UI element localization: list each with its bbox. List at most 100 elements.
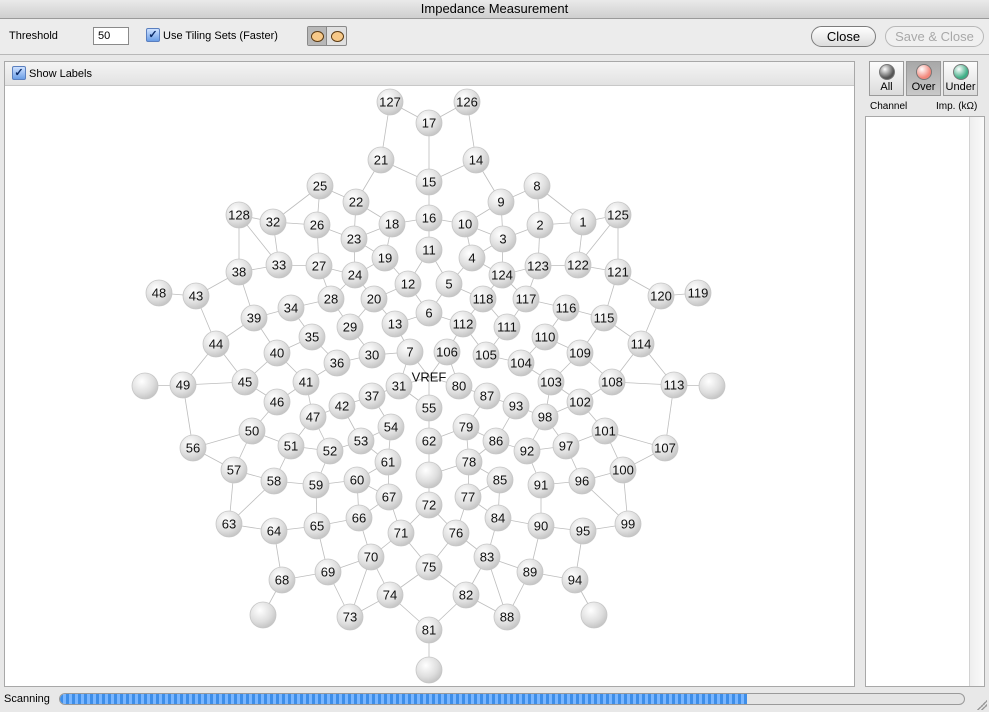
electrode-39[interactable]: 39: [240, 304, 268, 332]
electrode-117[interactable]: 117: [512, 285, 540, 313]
electrode-77[interactable]: 77: [454, 483, 482, 511]
electrode-51[interactable]: 51: [277, 432, 305, 460]
electrode-98[interactable]: 98: [531, 403, 559, 431]
electrode-89[interactable]: 89: [516, 558, 544, 586]
electrode-59[interactable]: 59: [302, 471, 330, 499]
electrode-90[interactable]: 90: [527, 512, 555, 540]
electrode-13[interactable]: 13: [381, 310, 409, 338]
electrode-unlabeled[interactable]: [698, 372, 726, 400]
electrode-21[interactable]: 21: [367, 146, 395, 174]
electrode-100[interactable]: 100: [609, 456, 637, 484]
electrode-92[interactable]: 92: [513, 437, 541, 465]
electrode-74[interactable]: 74: [376, 581, 404, 609]
electrode-120[interactable]: 120: [647, 282, 675, 310]
electrode-76[interactable]: 76: [442, 519, 470, 547]
electrode-108[interactable]: 108: [598, 368, 626, 396]
channel-impedance-list[interactable]: [865, 116, 985, 687]
electrode-32[interactable]: 32: [259, 208, 287, 236]
electrode-47[interactable]: 47: [299, 403, 327, 431]
filter-under-button[interactable]: Under: [943, 61, 978, 96]
electrode-78[interactable]: 78: [455, 448, 483, 476]
electrode-68[interactable]: 68: [268, 566, 296, 594]
electrode-83[interactable]: 83: [473, 543, 501, 571]
electrode-7[interactable]: 7: [396, 338, 424, 366]
electrode-63[interactable]: 63: [215, 510, 243, 538]
ring-view-left-button[interactable]: [308, 27, 327, 45]
electrode-75[interactable]: 75: [415, 553, 443, 581]
electrode-22[interactable]: 22: [342, 188, 370, 216]
electrode-20[interactable]: 20: [360, 285, 388, 313]
electrode-66[interactable]: 66: [345, 504, 373, 532]
electrode-73[interactable]: 73: [336, 603, 364, 631]
electrode-unlabeled[interactable]: [580, 601, 608, 629]
electrode-101[interactable]: 101: [591, 417, 619, 445]
electrode-33[interactable]: 33: [265, 251, 293, 279]
use-tiling-checkbox[interactable]: ✓: [146, 28, 160, 42]
electrode-35[interactable]: 35: [298, 323, 326, 351]
electrode-24[interactable]: 24: [341, 261, 369, 289]
electrode-79[interactable]: 79: [452, 413, 480, 441]
electrode-53[interactable]: 53: [347, 427, 375, 455]
electrode-28[interactable]: 28: [317, 285, 345, 313]
electrode-61[interactable]: 61: [374, 448, 402, 476]
filter-over-button[interactable]: Over: [906, 61, 941, 96]
electrode-52[interactable]: 52: [316, 437, 344, 465]
electrode-128[interactable]: 128: [225, 201, 253, 229]
electrode-72[interactable]: 72: [415, 491, 443, 519]
electrode-17[interactable]: 17: [415, 109, 443, 137]
electrode-115[interactable]: 115: [590, 304, 618, 332]
electrode-80[interactable]: 80: [445, 372, 473, 400]
electrode-50[interactable]: 50: [238, 417, 266, 445]
electrode-87[interactable]: 87: [473, 382, 501, 410]
electrode-27[interactable]: 27: [305, 252, 333, 280]
electrode-29[interactable]: 29: [336, 313, 364, 341]
electrode-14[interactable]: 14: [462, 146, 490, 174]
electrode-25[interactable]: 25: [306, 172, 334, 200]
ring-view-right-button[interactable]: [328, 27, 347, 45]
electrode-44[interactable]: 44: [202, 330, 230, 358]
electrode-18[interactable]: 18: [378, 210, 406, 238]
list-scrollbar[interactable]: [969, 117, 984, 686]
electrode-19[interactable]: 19: [371, 244, 399, 272]
electrode-125[interactable]: 125: [604, 201, 632, 229]
electrode-1[interactable]: 1: [569, 208, 597, 236]
electrode-4[interactable]: 4: [458, 244, 486, 272]
electrode-54[interactable]: 54: [377, 413, 405, 441]
electrode-114[interactable]: 114: [627, 330, 655, 358]
electrode-99[interactable]: 99: [614, 510, 642, 538]
electrode-113[interactable]: 113: [660, 371, 688, 399]
electrode-119[interactable]: 119: [684, 279, 712, 307]
electrode-34[interactable]: 34: [277, 294, 305, 322]
close-button[interactable]: Close: [811, 26, 876, 47]
electrode-118[interactable]: 118: [469, 285, 497, 313]
electrode-124[interactable]: 124: [488, 261, 516, 289]
electrode-111[interactable]: 111: [493, 313, 521, 341]
electrode-36[interactable]: 36: [323, 349, 351, 377]
electrode-104[interactable]: 104: [507, 349, 535, 377]
electrode-71[interactable]: 71: [387, 519, 415, 547]
electrode-82[interactable]: 82: [452, 581, 480, 609]
electrode-26[interactable]: 26: [303, 211, 331, 239]
ring-view-toggle[interactable]: [307, 26, 347, 46]
electrode-15[interactable]: 15: [415, 168, 443, 196]
electrode-38[interactable]: 38: [225, 258, 253, 286]
electrode-103[interactable]: 103: [537, 368, 565, 396]
show-labels-checkbox[interactable]: ✓: [12, 66, 26, 80]
electrode-93[interactable]: 93: [502, 392, 530, 420]
electrode-58[interactable]: 58: [260, 467, 288, 495]
electrode-109[interactable]: 109: [566, 339, 594, 367]
electrode-3[interactable]: 3: [489, 225, 517, 253]
electrode-70[interactable]: 70: [357, 543, 385, 571]
electrode-55[interactable]: 55: [415, 394, 443, 422]
electrode-122[interactable]: 122: [564, 251, 592, 279]
electrode-40[interactable]: 40: [263, 339, 291, 367]
electrode-88[interactable]: 88: [493, 603, 521, 631]
electrode-127[interactable]: 127: [376, 88, 404, 116]
electrode-12[interactable]: 12: [394, 270, 422, 298]
electrode-23[interactable]: 23: [340, 225, 368, 253]
electrode-42[interactable]: 42: [328, 392, 356, 420]
filter-all-button[interactable]: All: [869, 61, 904, 96]
resize-grip[interactable]: [977, 700, 987, 710]
electrode-116[interactable]: 116: [552, 294, 580, 322]
electrode-unlabeled[interactable]: [249, 601, 277, 629]
